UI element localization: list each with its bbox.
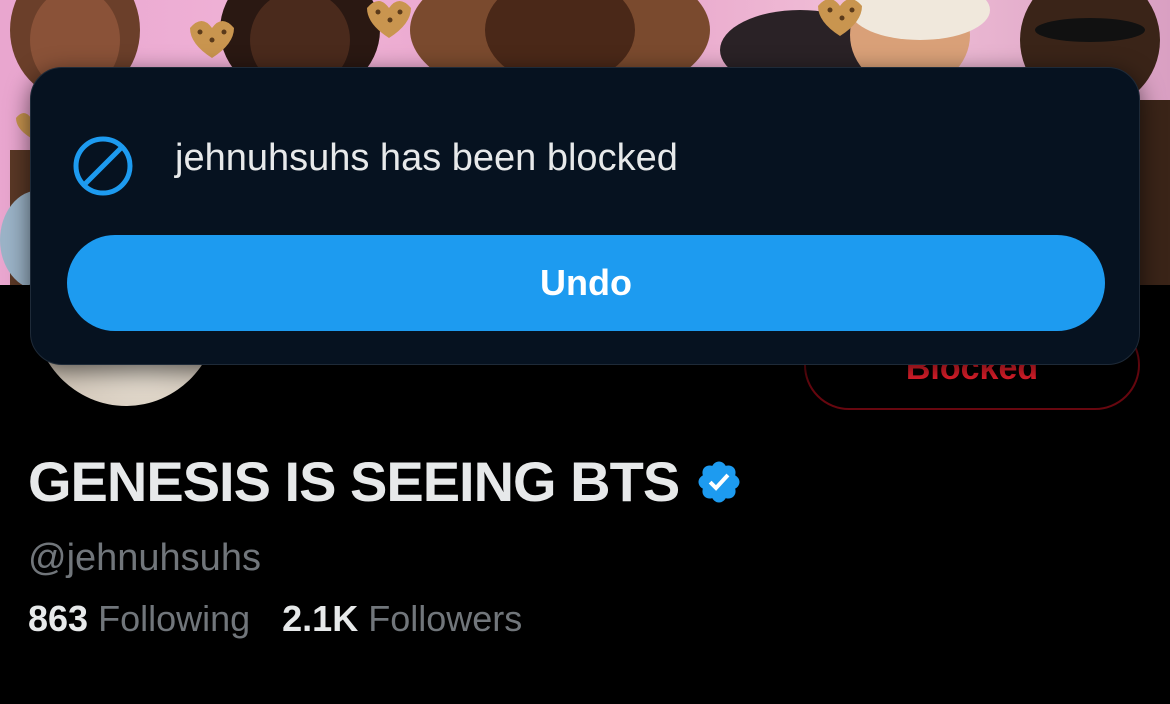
profile-page: Blocked GENESIS IS SEEING BTS @jehnuhsuh… (0, 0, 1170, 704)
profile-handle: @jehnuhsuhs (28, 537, 261, 579)
blocked-toast: jehnuhsuhs has been blocked Undo (30, 67, 1140, 365)
followers-stat[interactable]: 2.1K Followers (282, 598, 522, 640)
following-stat[interactable]: 863 Following (28, 598, 250, 640)
undo-button[interactable]: Undo (67, 235, 1105, 331)
followers-count: 2.1K (282, 598, 359, 639)
following-label: Following (98, 598, 251, 639)
blocked-circle-icon (73, 136, 133, 196)
verified-badge-icon[interactable] (695, 458, 743, 506)
follow-stats: 863 Following 2.1K Followers (28, 598, 554, 640)
followers-label: Followers (368, 598, 523, 639)
following-count: 863 (28, 598, 89, 639)
display-name-row: GENESIS IS SEEING BTS (28, 448, 743, 516)
toast-message: jehnuhsuhs has been blocked (175, 137, 678, 179)
display-name: GENESIS IS SEEING BTS (28, 450, 680, 513)
